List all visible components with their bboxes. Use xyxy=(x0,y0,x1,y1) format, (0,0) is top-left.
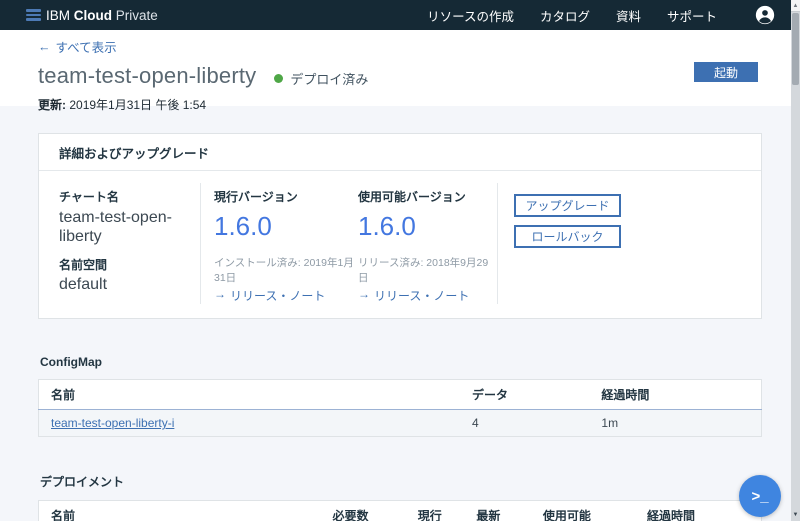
page-title: team-test-open-liberty xyxy=(38,63,257,88)
deployment-header-row: 名前 必要数 現行 最新 使用可能 経過時間 xyxy=(38,500,762,521)
release-notes-label: リリース・ノート xyxy=(374,289,470,303)
scrollbar-thumb[interactable] xyxy=(792,13,799,85)
updated-label: 更新: xyxy=(38,98,66,112)
available-version-value: 1.6.0 xyxy=(358,211,416,241)
panel-title: 詳細およびアップグレード xyxy=(39,134,761,171)
status-text: デプロイ済み xyxy=(290,71,369,87)
available-release-notes-link[interactable]: → リリース・ノート xyxy=(358,287,469,304)
current-version-column: 現行バージョン 1.6.0 インストール済み: 2019年1月31日 → リリー… xyxy=(201,183,358,304)
title-row: team-test-open-liberty デプロイ済み xyxy=(38,63,791,89)
current-release-notes-link[interactable]: → リリース・ノート xyxy=(214,287,325,304)
col-header-name: 名前 xyxy=(38,500,321,521)
version-actions-column: アップグレード ロールバック xyxy=(498,183,761,304)
nav-catalog[interactable]: カタログ xyxy=(540,6,590,25)
col-header-available: 使用可能 xyxy=(530,500,635,521)
status-badge: デプロイ済み xyxy=(274,69,368,88)
current-version-value: 1.6.0 xyxy=(214,211,272,241)
upgrade-button[interactable]: アップグレード xyxy=(514,194,621,217)
available-version-label: 使用可能バージョン xyxy=(358,190,466,204)
brand-logo: IBM Cloud Private xyxy=(46,8,158,23)
nav-support[interactable]: サポート xyxy=(667,6,717,25)
vertical-scrollbar: ▲ ▼ xyxy=(791,0,800,521)
back-to-all-link[interactable]: ← すべて表示 xyxy=(38,37,117,56)
brand-private: Private xyxy=(115,7,158,23)
launch-button[interactable]: 起動 xyxy=(694,62,758,82)
back-link-label: すべて表示 xyxy=(55,41,117,55)
brand-ibm: IBM xyxy=(46,7,71,23)
configmap-age-value: 1m xyxy=(589,409,762,437)
chart-info-column: チャート名 team-test-open-liberty 名前空間 defaul… xyxy=(39,183,201,304)
chart-name-label: チャート名 xyxy=(59,190,119,204)
panel-body: チャート名 team-test-open-liberty 名前空間 defaul… xyxy=(39,171,761,318)
configmap-section-label: ConfigMap xyxy=(40,355,102,369)
main-content: 詳細およびアップグレード チャート名 team-test-open-libert… xyxy=(0,133,791,521)
col-header-name: 名前 xyxy=(38,379,461,410)
nav-create-resource[interactable]: リソースの作成 xyxy=(427,6,514,25)
configmap-name-link[interactable]: team-test-open-liberty-i xyxy=(51,416,174,430)
user-avatar-icon[interactable] xyxy=(755,5,775,25)
col-header-age: 経過時間 xyxy=(589,379,762,410)
deployment-table: 名前 必要数 現行 最新 使用可能 経過時間 team-test-open-li… xyxy=(38,500,762,521)
current-version-meta: インストール済み: 2019年1月31日 xyxy=(214,257,354,284)
configmap-data-value: 4 xyxy=(460,409,590,437)
col-header-desired: 必要数 xyxy=(320,500,406,521)
deployment-section-label: デプロイメント xyxy=(40,475,125,489)
terminal-prompt-icon: >_ xyxy=(751,487,769,505)
configmap-header-row: 名前 データ 経過時間 xyxy=(38,379,762,410)
updated-value: 2019年1月31日 午後 1:54 xyxy=(69,98,207,112)
brand-cloud: Cloud xyxy=(73,7,113,23)
scroll-down-button[interactable]: ▼ xyxy=(791,509,800,521)
top-navigation-bar: IBM Cloud Private リソースの作成 カタログ 資料 サポート xyxy=(0,0,791,30)
forward-arrow-icon: → xyxy=(358,287,370,301)
namespace-label: 名前空間 xyxy=(59,257,108,272)
terminal-fab-button[interactable]: >_ xyxy=(739,475,781,517)
release-notes-label: リリース・ノート xyxy=(230,289,326,303)
current-version-label: 現行バージョン xyxy=(214,190,298,204)
col-header-data: データ xyxy=(460,379,590,410)
available-version-meta: リリース済み: 2018年9月29日 xyxy=(358,257,489,284)
configmap-table-row: team-test-open-liberty-i 4 1m xyxy=(38,409,762,437)
scroll-up-button[interactable]: ▲ xyxy=(791,0,800,12)
back-arrow-icon: ← xyxy=(38,39,51,54)
configmap-table: 名前 データ 経過時間 team-test-open-liberty-i 4 1… xyxy=(38,379,762,437)
hamburger-menu-icon[interactable] xyxy=(26,9,41,21)
top-nav-links: リソースの作成 カタログ 資料 サポート xyxy=(427,5,775,25)
app-window: IBM Cloud Private リソースの作成 カタログ 資料 サポート ←… xyxy=(0,0,791,521)
details-upgrade-panel: 詳細およびアップグレード チャート名 team-test-open-libert… xyxy=(38,133,762,319)
chart-name-value: team-test-open-liberty xyxy=(59,209,172,245)
col-header-current: 現行 xyxy=(405,500,465,521)
page-header: ← すべて表示 team-test-open-liberty デプロイ済み 更新… xyxy=(0,30,791,112)
rollback-button[interactable]: ロールバック xyxy=(514,225,621,248)
namespace-value: default xyxy=(59,275,108,293)
status-dot-icon xyxy=(274,73,284,83)
updated-timestamp: 更新: 2019年1月31日 午後 1:54 xyxy=(38,96,791,113)
available-version-column: 使用可能バージョン 1.6.0 リリース済み: 2018年9月29日 → リリー… xyxy=(358,183,498,304)
col-header-latest: 最新 xyxy=(464,500,531,521)
nav-docs[interactable]: 資料 xyxy=(616,6,641,25)
forward-arrow-icon: → xyxy=(214,287,226,301)
